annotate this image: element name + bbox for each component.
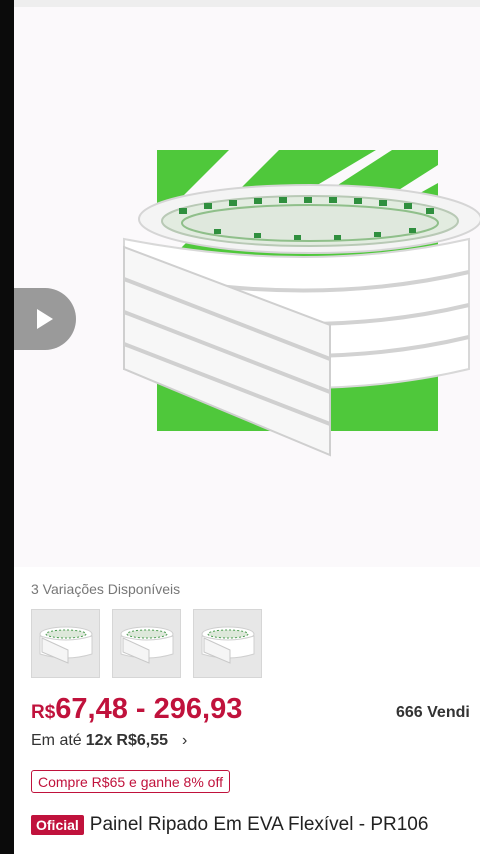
sold-count: 666 Vendi (396, 704, 470, 721)
price: R$67,48 - 296,93 (31, 693, 242, 726)
left-edge-bar (0, 0, 14, 854)
product-image-svg (123, 150, 480, 457)
product-title: Painel Ripado Em EVA Flexível - PR106 (89, 814, 429, 835)
product-title-row: Oficial Painel Ripado Em EVA Flexível - … (31, 814, 428, 836)
variation-thumb-image (201, 626, 254, 664)
variation-thumb[interactable] (112, 609, 181, 678)
price-range: 67,48 - 296,93 (55, 693, 243, 725)
variation-thumb[interactable] (193, 609, 262, 678)
top-strip (14, 0, 480, 7)
installments-count: 12x (85, 732, 113, 749)
variation-thumb[interactable] (31, 609, 100, 678)
installments-prefix: Em até (31, 732, 82, 749)
official-badge: Oficial (31, 815, 84, 835)
variation-thumb-image (39, 626, 92, 664)
installments-link[interactable]: Em até 12x R$6,55 › (31, 732, 187, 750)
play-video-button[interactable] (14, 288, 76, 350)
play-icon (37, 309, 53, 329)
product-image[interactable] (14, 7, 480, 567)
variation-thumbnails (31, 609, 262, 678)
variation-thumb-image (120, 626, 173, 664)
price-currency: R$ (31, 702, 56, 723)
installments-value: R$6,55 (116, 732, 168, 749)
variations-label: 3 Variações Disponíveis (31, 581, 181, 597)
promo-badge[interactable]: Compre R$65 e ganhe 8% off (31, 770, 230, 793)
chevron-right-icon: › (181, 732, 188, 749)
